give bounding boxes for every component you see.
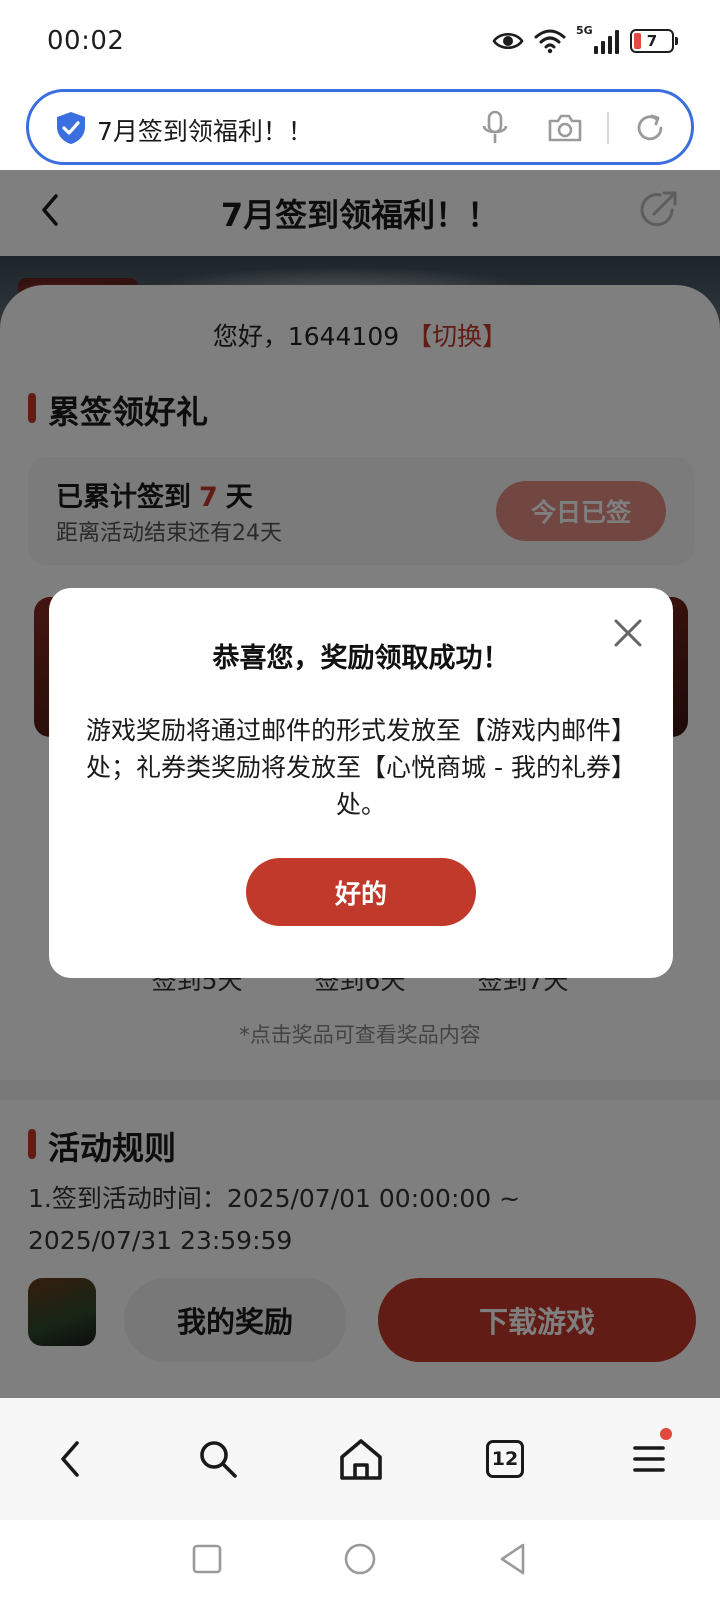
status-icons: 5G 7 bbox=[492, 24, 678, 56]
browser-toolbar: 12 bbox=[0, 1398, 720, 1520]
microphone-icon[interactable] bbox=[481, 110, 509, 146]
back-icon bbox=[61, 1441, 79, 1477]
address-text[interactable]: 7月签到领福利！！ bbox=[97, 112, 313, 148]
nav-back-button[interactable] bbox=[45, 1434, 95, 1484]
signal-icon: 5G bbox=[576, 24, 620, 54]
shield-check-icon bbox=[57, 112, 85, 144]
status-bar: 00:02 5G 7 bbox=[0, 0, 720, 86]
tabs-button[interactable]: 12 bbox=[480, 1434, 530, 1484]
reward-success-dialog: 恭喜您，奖励领取成功！ 游戏奖励将通过邮件的形式发放至【游戏内邮件】处；礼券类奖… bbox=[49, 588, 673, 978]
recents-icon[interactable] bbox=[187, 1539, 227, 1579]
battery-icon: 7 bbox=[630, 29, 678, 53]
clock: 00:02 bbox=[47, 26, 125, 56]
search-icon bbox=[200, 1441, 237, 1478]
dialog-message: 游戏奖励将通过邮件的形式发放至【游戏内邮件】处；礼券类奖励将发放至【心悦商城 -… bbox=[85, 716, 636, 819]
home-circle-icon[interactable] bbox=[340, 1539, 380, 1579]
system-nav-bar bbox=[0, 1520, 720, 1598]
address-bar[interactable]: 7月签到领福利！！ bbox=[26, 89, 694, 165]
tabs-icon: 12 bbox=[486, 1440, 524, 1478]
camera-icon[interactable] bbox=[547, 113, 583, 143]
search-button[interactable] bbox=[193, 1434, 243, 1484]
eye-icon bbox=[492, 32, 524, 50]
battery-level: 7 bbox=[646, 32, 658, 50]
home-icon bbox=[340, 1439, 382, 1480]
back-triangle-icon[interactable] bbox=[493, 1539, 533, 1579]
menu-button[interactable] bbox=[624, 1428, 674, 1484]
home-button[interactable] bbox=[336, 1434, 386, 1484]
notification-dot bbox=[660, 1428, 672, 1440]
refresh-icon[interactable] bbox=[634, 112, 666, 144]
wifi-icon bbox=[534, 29, 566, 54]
network-type: 5G bbox=[576, 24, 593, 37]
dialog-title: 恭喜您，奖励领取成功！ bbox=[212, 643, 510, 674]
ok-button[interactable]: 好的 bbox=[246, 858, 476, 926]
menu-icon bbox=[633, 1446, 665, 1472]
divider bbox=[607, 112, 609, 144]
